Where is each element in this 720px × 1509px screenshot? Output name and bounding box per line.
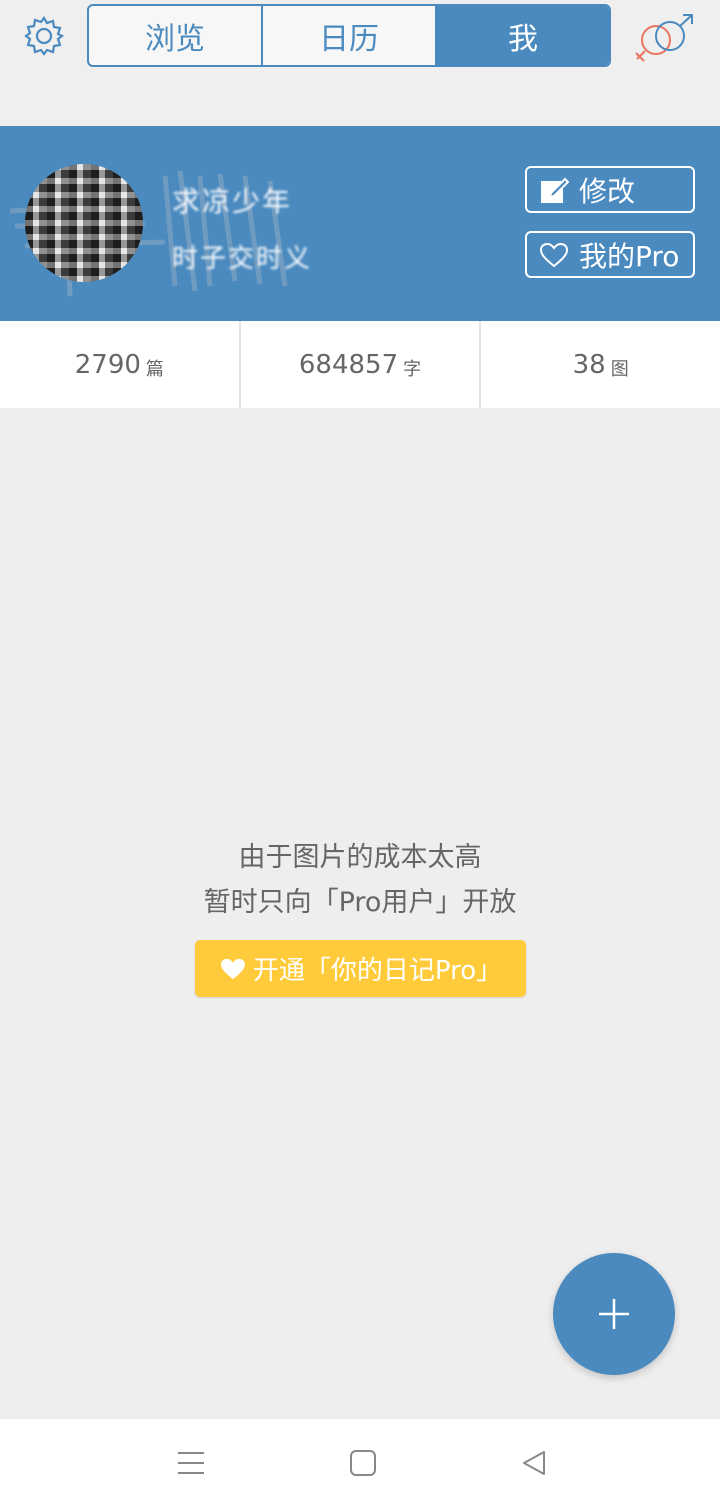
- add-entry-button[interactable]: [553, 1253, 675, 1375]
- user-subtitle: 时子交时义: [172, 244, 313, 274]
- back-icon[interactable]: [520, 1449, 548, 1477]
- stat-value: 684857: [298, 349, 399, 380]
- tab-browse[interactable]: 浏览: [89, 6, 263, 65]
- heart-icon: [220, 958, 245, 979]
- subscribe-pro-button[interactable]: 开通「你的日记Pro」: [195, 940, 526, 997]
- plus-icon: [599, 1299, 629, 1329]
- tab-me[interactable]: 我: [437, 6, 609, 65]
- edit-label: 修改: [579, 174, 636, 208]
- pro-message-line2: 暂时只向「Pro用户」开放: [203, 887, 517, 918]
- tab-bar: 浏览 日历 我: [87, 4, 611, 67]
- tab-calendar[interactable]: 日历: [263, 6, 437, 65]
- username: 求凉少年: [172, 185, 293, 218]
- stat-unit: 字: [403, 358, 422, 380]
- home-icon[interactable]: [349, 1449, 377, 1477]
- stat-images[interactable]: 38 图: [481, 321, 720, 408]
- my-pro-button[interactable]: 我的Pro: [525, 231, 695, 278]
- pro-label: 我的Pro: [579, 239, 680, 273]
- stats-bar: 2790 篇 684857 字 38 图: [0, 321, 720, 408]
- subscribe-pro-label: 开通「你的日记Pro」: [252, 956, 503, 986]
- edit-profile-button[interactable]: 修改: [525, 166, 695, 213]
- edit-icon: [541, 177, 569, 203]
- profile-banner: 求凉少年 时子交时义 修改 我的Pro: [0, 126, 720, 321]
- stat-value: 38: [572, 349, 606, 380]
- stat-entries[interactable]: 2790 篇: [0, 321, 241, 408]
- heart-icon: [539, 242, 569, 267]
- system-nav-bar: [0, 1419, 720, 1509]
- settings-gear-icon[interactable]: [22, 14, 66, 58]
- top-bar: 浏览 日历 我: [0, 0, 720, 126]
- avatar[interactable]: [25, 164, 143, 282]
- pro-message-line1: 由于图片的成本太高: [238, 842, 482, 873]
- stat-words[interactable]: 684857 字: [241, 321, 482, 408]
- stat-value: 2790: [74, 349, 141, 380]
- stat-unit: 篇: [145, 358, 164, 380]
- stat-unit: 图: [610, 358, 629, 380]
- gender-icon[interactable]: [632, 12, 698, 62]
- menu-icon[interactable]: [177, 1449, 205, 1477]
